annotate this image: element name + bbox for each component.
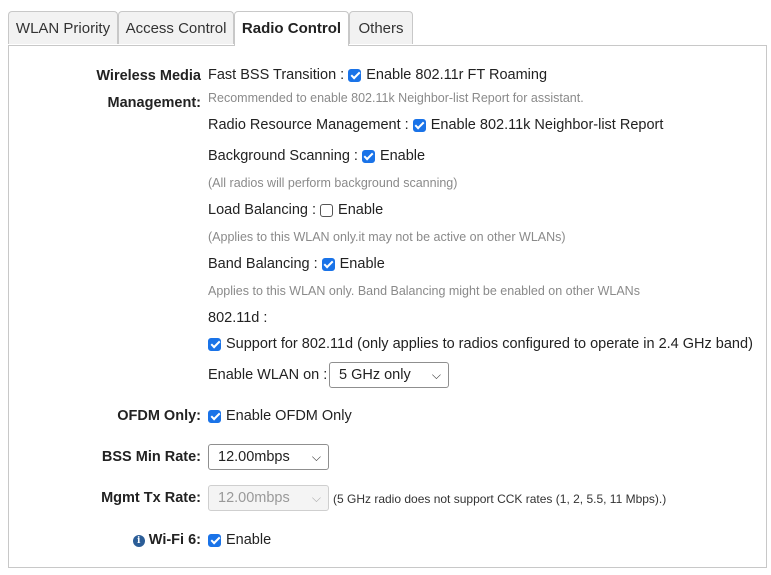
rrm-option-label: Enable 802.11k Neighbor-list Report — [430, 117, 664, 133]
band-balancing-option-label: Enable — [339, 256, 385, 272]
fbt-row: Fast BSS Transition : Enable 802.11r FT … — [208, 67, 547, 83]
fbt-label: Fast BSS Transition : — [208, 67, 345, 83]
rrm-checkbox[interactable] — [412, 118, 426, 132]
bg-scan-option-label: Enable — [379, 148, 426, 164]
chevron-down-icon: ⌵ — [431, 368, 441, 382]
bg-scan-hint: (All radios will perform background scan… — [208, 176, 458, 190]
rrm-row: Radio Resource Management : Enable 802.1… — [208, 117, 663, 133]
band-balancing-checkbox[interactable] — [321, 257, 335, 271]
tab-access-control[interactable]: Access Control — [118, 11, 234, 44]
wireless-media-label-2: Management: — [107, 95, 201, 111]
enable-wlan-on-select[interactable]: 5 GHz only ⌵ — [329, 362, 449, 388]
dot11d-option-label: Support for 802.11d (only applies to rad… — [226, 336, 753, 352]
bg-scan-row: Background Scanning : Enable — [208, 148, 425, 164]
band-balancing-hint: Applies to this WLAN only. Band Balancin… — [208, 284, 640, 298]
bg-scan-label: Background Scanning : — [208, 148, 358, 164]
dot11d-checkbox[interactable] — [208, 337, 221, 351]
mgmt-tx-rate-value: 12.00mbps — [218, 490, 290, 506]
band-balancing-row: Band Balancing : Enable — [208, 256, 385, 272]
bg-scan-checkbox[interactable] — [361, 149, 375, 163]
ofdm-label: OFDM Only: — [117, 408, 201, 424]
rrm-label: Radio Resource Management : — [208, 117, 409, 133]
mgmt-tx-rate-note: (5 GHz radio does not support CCK rates … — [333, 492, 667, 506]
fbt-checkbox[interactable] — [348, 68, 362, 82]
ofdm-row: Enable OFDM Only — [208, 408, 352, 424]
load-balancing-checkbox[interactable] — [320, 203, 334, 217]
load-balancing-row: Load Balancing : Enable — [208, 202, 383, 218]
tab-wlan-priority[interactable]: WLAN Priority — [8, 11, 118, 44]
chevron-down-icon: ⌵ — [311, 491, 321, 505]
load-balancing-hint: (Applies to this WLAN only.it may not be… — [208, 230, 566, 244]
wireless-media-label: Wireless Media — [96, 68, 201, 84]
dot11d-label-row: 802.11d : — [208, 310, 267, 326]
dot11d-label: 802.11d : — [208, 310, 268, 326]
bss-min-rate-select[interactable]: 12.00mbps ⌵ — [208, 444, 329, 470]
info-icon[interactable]: i — [132, 535, 145, 547]
fbt-hint: Recommended to enable 802.11k Neighbor-l… — [208, 91, 584, 105]
dot11d-row: Support for 802.11d (only applies to rad… — [208, 336, 753, 352]
band-balancing-label: Band Balancing : — [208, 256, 318, 272]
ofdm-checkbox[interactable] — [208, 409, 221, 423]
load-balancing-label: Load Balancing : — [208, 202, 317, 218]
tab-radio-control[interactable]: Radio Control — [234, 11, 349, 46]
enable-wlan-on-value: 5 GHz only — [339, 367, 411, 383]
enable-wlan-on-row: Enable WLAN on : — [208, 367, 327, 383]
fbt-option-label: Enable 802.11r FT Roaming — [366, 67, 548, 83]
wifi6-option-label: Enable — [226, 532, 272, 548]
tab-others[interactable]: Others — [349, 11, 413, 44]
load-balancing-option-label: Enable — [338, 202, 384, 218]
wifi6-row: Enable — [208, 532, 271, 548]
enable-wlan-on-label: Enable WLAN on : — [208, 367, 328, 383]
bss-min-rate-label: BSS Min Rate: — [101, 449, 201, 465]
wifi6-label-wrap: i Wi-Fi 6: — [132, 532, 201, 548]
wifi6-label: Wi-Fi 6: — [148, 532, 201, 548]
mgmt-tx-rate-select: 12.00mbps ⌵ — [208, 485, 329, 511]
mgmt-tx-rate-label: Mgmt Tx Rate: — [101, 490, 201, 506]
chevron-down-icon: ⌵ — [311, 450, 321, 464]
wifi6-checkbox[interactable] — [208, 533, 221, 547]
bss-min-rate-value: 12.00mbps — [218, 449, 290, 465]
ofdm-option-label: Enable OFDM Only — [226, 408, 352, 424]
